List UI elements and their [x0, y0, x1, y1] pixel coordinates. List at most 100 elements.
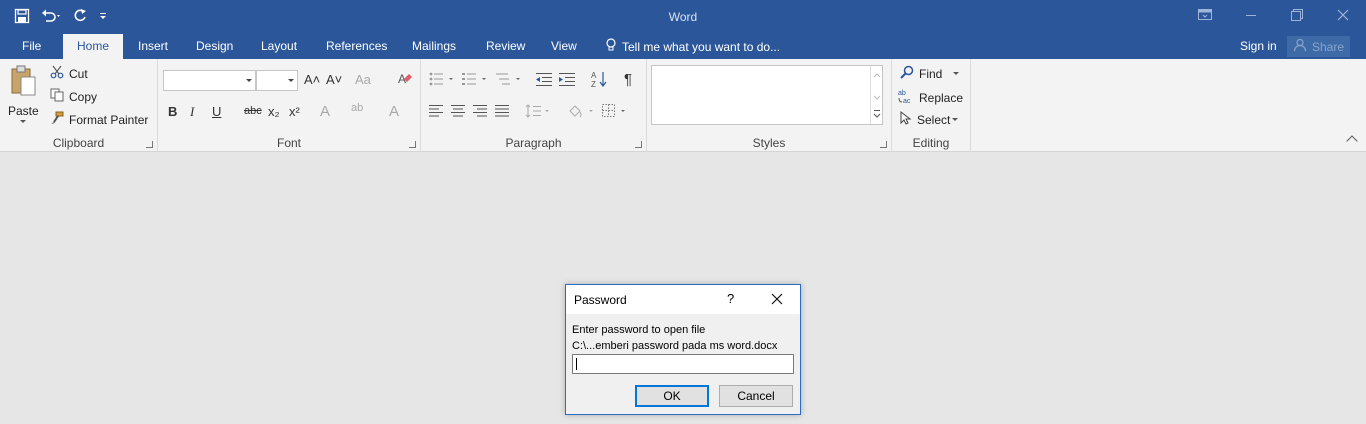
paste-button[interactable]: Paste — [8, 65, 39, 123]
select-button[interactable]: Select — [900, 110, 959, 128]
numbering-icon[interactable] — [462, 72, 488, 89]
paste-icon — [9, 65, 37, 102]
lightbulb-icon — [606, 38, 616, 55]
grow-font-button[interactable]: A˄ — [304, 72, 320, 87]
ribbon-display-icon[interactable] — [1182, 0, 1228, 30]
replace-icon: ab ac — [898, 88, 914, 107]
cut-button[interactable]: Cut — [50, 65, 88, 82]
clear-formatting-icon[interactable]: A — [397, 71, 413, 90]
password-input[interactable] — [572, 354, 794, 374]
font-color-button[interactable]: A — [389, 103, 399, 120]
replace-button[interactable]: ab ac Replace — [898, 88, 963, 107]
dialog-header: Password ? — [566, 285, 800, 314]
clipboard-group-label: Clipboard — [52, 136, 105, 150]
dialog-close-icon[interactable] — [768, 290, 786, 308]
editing-group: Find ab ac Replace Select Editing — [892, 59, 971, 152]
justify-icon[interactable] — [495, 105, 509, 120]
tab-review[interactable]: Review — [484, 34, 527, 59]
clipboard-group: Paste Cut Copy Format Painter Clipboard — [0, 59, 158, 152]
paragraph-group: AZ ¶ Paragraph — [421, 59, 647, 152]
styles-gallery[interactable] — [651, 65, 883, 125]
align-center-icon[interactable] — [451, 105, 465, 120]
align-left-icon[interactable] — [429, 105, 443, 120]
select-label: Select — [917, 112, 951, 127]
italic-button[interactable]: I — [190, 104, 194, 120]
font-size-combo[interactable] — [256, 70, 298, 91]
font-launcher-icon[interactable] — [409, 141, 416, 148]
svg-text:Z: Z — [591, 80, 596, 88]
dialog-message: Enter password to open file C:\...emberi… — [572, 322, 777, 354]
text-effects-button[interactable]: A — [320, 103, 330, 120]
shading-icon[interactable] — [567, 103, 595, 122]
line-spacing-icon[interactable] — [525, 104, 551, 121]
change-case-button[interactable]: Aa — [355, 72, 371, 87]
highlight-button[interactable]: ab — [351, 102, 363, 114]
format-painter-button[interactable]: Format Painter — [50, 111, 148, 128]
format-painter-label: Format Painter — [69, 112, 149, 127]
sort-icon[interactable]: AZ — [591, 70, 607, 91]
cancel-button[interactable]: Cancel — [719, 385, 793, 407]
superscript-button[interactable]: x² — [289, 104, 300, 119]
dialog-message-line1: Enter password to open file — [572, 324, 706, 336]
ribbon: Paste Cut Copy Format Painter Clipboard — [0, 59, 1366, 152]
tab-references[interactable]: References — [324, 34, 389, 59]
svg-text:ab: ab — [898, 90, 906, 97]
copy-icon — [50, 88, 64, 105]
minimize-icon[interactable] — [1228, 0, 1274, 30]
font-size-dropdown-icon[interactable] — [288, 79, 294, 82]
increase-indent-icon[interactable] — [559, 72, 575, 89]
text-cursor — [576, 358, 577, 370]
close-icon[interactable] — [1320, 0, 1366, 30]
tab-home[interactable]: Home — [63, 34, 124, 59]
shrink-font-button[interactable]: A˅ — [326, 72, 342, 87]
tab-view[interactable]: View — [549, 34, 579, 59]
styles-group-label: Styles — [752, 136, 786, 150]
svg-text:ac: ac — [903, 98, 911, 104]
ok-button[interactable]: OK — [635, 385, 709, 407]
dialog-title: Password — [574, 293, 627, 307]
tab-file[interactable]: File — [20, 34, 43, 59]
align-right-icon[interactable] — [473, 105, 487, 120]
find-dropdown-icon[interactable] — [953, 72, 960, 75]
styles-launcher-icon[interactable] — [880, 141, 887, 148]
multilevel-list-icon[interactable] — [496, 72, 522, 89]
select-dropdown-icon[interactable] — [952, 118, 959, 121]
paragraph-group-label: Paragraph — [505, 136, 562, 150]
decrease-indent-icon[interactable] — [536, 72, 552, 89]
strikethrough-button[interactable]: abc — [244, 105, 262, 117]
underline-button[interactable]: U — [212, 104, 221, 119]
copy-button[interactable]: Copy — [50, 88, 97, 105]
font-name-dropdown-icon[interactable] — [246, 79, 252, 82]
restore-icon[interactable] — [1274, 0, 1320, 30]
bold-button[interactable]: B — [168, 104, 177, 119]
subscript-button[interactable]: x₂ — [268, 104, 280, 119]
window-controls — [1182, 0, 1366, 30]
clipboard-launcher-icon[interactable] — [146, 141, 153, 148]
cut-label: Cut — [69, 66, 88, 81]
share-button[interactable]: Share — [1287, 36, 1350, 57]
tab-mailings[interactable]: Mailings — [410, 34, 458, 59]
window-title: Word — [668, 10, 698, 24]
magnifier-icon — [900, 65, 914, 82]
font-group-label: Font — [276, 136, 301, 150]
show-formatting-button[interactable]: ¶ — [624, 71, 632, 88]
paragraph-launcher-icon[interactable] — [635, 141, 642, 148]
tab-insert[interactable]: Insert — [136, 34, 170, 59]
bullets-icon[interactable] — [429, 72, 455, 89]
collapse-ribbon-icon[interactable] — [1346, 135, 1358, 147]
tell-me-text: Tell me what you want to do... — [622, 39, 781, 54]
borders-icon[interactable] — [602, 104, 628, 121]
tab-design[interactable]: Design — [194, 34, 235, 59]
dialog-help-button[interactable]: ? — [727, 291, 734, 306]
font-name-combo[interactable] — [163, 70, 256, 91]
paste-dropdown-icon[interactable] — [20, 120, 27, 123]
person-icon — [1293, 38, 1307, 55]
tab-layout[interactable]: Layout — [259, 34, 299, 59]
tell-me-search[interactable]: Tell me what you want to do... — [606, 34, 780, 59]
dialog-file-path: C:\...emberi password pada ms word.docx — [572, 340, 778, 352]
styles-gallery-scrollbar[interactable] — [870, 66, 882, 124]
sign-in-link[interactable]: Sign in — [1240, 34, 1277, 59]
cursor-arrow-icon — [900, 110, 912, 128]
find-button[interactable]: Find — [900, 65, 960, 82]
replace-label: Replace — [919, 90, 964, 105]
